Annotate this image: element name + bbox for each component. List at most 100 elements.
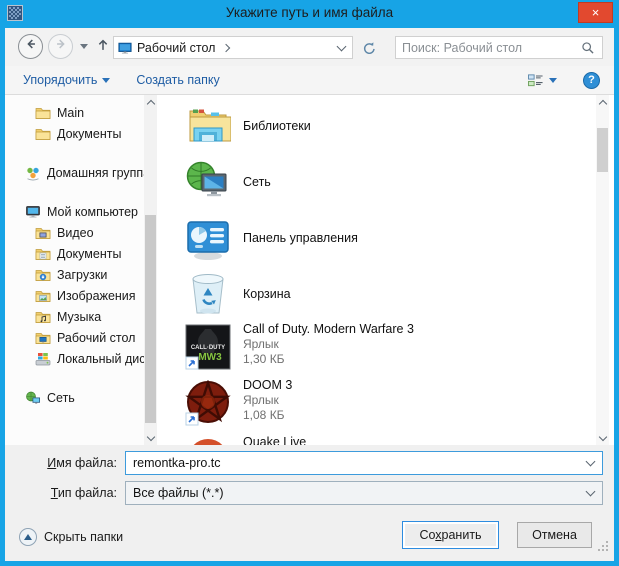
recent-locations-dropdown[interactable]: [80, 44, 88, 49]
titlebar[interactable]: Укажите путь и имя файла ×: [0, 0, 619, 28]
sidebar-tree: Main Документы Домашняя группа Мой компь…: [5, 95, 144, 445]
content-area: Main Документы Домашняя группа Мой компь…: [5, 95, 614, 445]
sidebar-item-folder[interactable]: Документы: [5, 123, 144, 144]
local-disk-icon: [35, 351, 51, 367]
file-item-network-places[interactable]: Сеть: [185, 154, 596, 210]
collapse-up-icon: [19, 528, 37, 546]
folder-user-icon: [35, 105, 51, 121]
new-folder-button[interactable]: Создать папку: [130, 69, 225, 91]
file-item-quake-live[interactable]: Quake Live: [185, 434, 596, 445]
file-item-name: DOOM 3: [243, 378, 292, 393]
filename-combobox[interactable]: [125, 451, 603, 475]
folder-downloads-icon: [35, 267, 51, 283]
file-item-type: Ярлык: [243, 337, 414, 352]
network-icon: [25, 390, 41, 406]
breadcrumb-expand-icon[interactable]: [222, 44, 230, 52]
file-item-name: Quake Live: [243, 435, 306, 445]
scroll-down-icon[interactable]: [596, 430, 609, 443]
command-toolbar: Упорядочить Создать папку ?: [5, 66, 614, 95]
filetype-label: Тип файла:: [5, 486, 125, 500]
save-button[interactable]: Сохранить: [402, 521, 499, 549]
sidebar-item-label: Видео: [57, 226, 94, 240]
file-item-libraries[interactable]: Библиотеки: [185, 98, 596, 154]
sidebar-item-folder-downloads[interactable]: Загрузки: [5, 264, 144, 285]
sidebar-item-folder-pictures[interactable]: Изображения: [5, 285, 144, 306]
sidebar-item-label: Изображения: [57, 289, 136, 303]
filetype-dropdown-icon[interactable]: [586, 487, 596, 497]
network-places-icon: [185, 159, 231, 205]
sidebar-item-label: Рабочий стол: [57, 331, 135, 345]
sidebar-item-homegroup[interactable]: Домашняя группа: [5, 162, 144, 183]
forward-button[interactable]: [48, 34, 73, 59]
scroll-down-icon[interactable]: [144, 430, 157, 443]
svg-text:CALL·DUTY: CALL·DUTY: [191, 345, 225, 351]
search-box[interactable]: [395, 36, 603, 59]
sidebar-item-folder-music[interactable]: Музыка: [5, 306, 144, 327]
svg-text:MW3: MW3: [198, 352, 222, 363]
organize-button[interactable]: Упорядочить: [17, 69, 116, 91]
back-button[interactable]: [18, 34, 43, 59]
filename-dropdown-icon[interactable]: [586, 457, 596, 467]
resize-grip[interactable]: [597, 539, 609, 557]
scroll-up-icon[interactable]: [144, 97, 157, 110]
breadcrumb-location[interactable]: Рабочий стол: [137, 41, 215, 55]
organize-dropdown-icon: [102, 78, 110, 83]
window-title: Укажите путь и имя файла: [0, 5, 619, 20]
sidebar-item-computer[interactable]: Мой компьютер: [5, 201, 144, 222]
refresh-icon: [362, 41, 377, 56]
scroll-up-icon[interactable]: [596, 97, 609, 110]
address-dropdown-icon[interactable]: [337, 42, 347, 52]
up-button[interactable]: [94, 39, 112, 55]
sidebar-item-folder-user[interactable]: Main: [5, 102, 144, 123]
sidebar-item-label: Загрузки: [57, 268, 107, 282]
filename-input[interactable]: [126, 456, 587, 470]
quake-live-icon: [185, 436, 231, 445]
search-input[interactable]: [396, 41, 581, 55]
file-item-name: Библиотеки: [243, 119, 311, 134]
address-bar[interactable]: Рабочий стол: [113, 36, 353, 59]
sidebar-scrollbar[interactable]: [144, 95, 157, 445]
control-panel-icon: [185, 215, 231, 261]
back-arrow-icon: [24, 37, 38, 56]
sidebar-item-folder-desktop[interactable]: Рабочий стол: [5, 327, 144, 348]
libraries-icon: [185, 103, 231, 149]
file-item-size: 1,08 КБ: [243, 408, 292, 423]
forward-arrow-icon: [54, 37, 68, 56]
change-view-button[interactable]: [527, 73, 557, 88]
desktop-location-icon: [118, 41, 132, 55]
file-item-doom3[interactable]: DOOM 3 Ярлык 1,08 КБ: [185, 378, 596, 434]
refresh-button[interactable]: [357, 37, 381, 59]
help-button[interactable]: ?: [583, 72, 600, 89]
file-list: Библиотеки Сеть Панель управления Корзин…: [157, 95, 596, 445]
sidebar-item-label: Мой компьютер: [47, 205, 138, 219]
folder-pictures-icon: [35, 288, 51, 304]
close-button[interactable]: ×: [578, 2, 613, 23]
sidebar-item-network[interactable]: Сеть: [5, 387, 144, 408]
file-item-name: Сеть: [243, 175, 271, 190]
view-switcher-icon: [527, 73, 545, 88]
sidebar-item-label: Локальный диск: [57, 352, 144, 366]
sidebar-item-label: Main: [57, 106, 84, 120]
recycle-bin-icon: [185, 271, 231, 317]
sidebar-item-folder-docs[interactable]: Документы: [5, 243, 144, 264]
file-item-type: Ярлык: [243, 393, 292, 408]
hide-folders-button[interactable]: Скрыть папки: [19, 528, 123, 546]
save-file-dialog: Укажите путь и имя файла × Рабочий стол: [0, 0, 619, 566]
sidebar-item-folder-video[interactable]: Видео: [5, 222, 144, 243]
sidebar-item-label: Документы: [57, 127, 121, 141]
sidebar-scrollbar-thumb[interactable]: [145, 215, 156, 423]
file-list-scrollbar[interactable]: [596, 95, 609, 445]
file-list-scrollbar-thumb[interactable]: [597, 128, 608, 172]
file-item-control-panel[interactable]: Панель управления: [185, 210, 596, 266]
filename-label: Имя файла:: [5, 456, 125, 470]
cancel-button[interactable]: Отмена: [517, 522, 592, 548]
cod-mw3-icon: CALL·DUTYMW3: [185, 324, 231, 370]
filetype-combobox[interactable]: Все файлы (*.*): [125, 481, 603, 505]
folder-video-icon: [35, 225, 51, 241]
file-item-cod-mw3[interactable]: CALL·DUTYMW3 Call of Duty. Modern Warfar…: [185, 322, 596, 378]
doom3-icon: [185, 380, 231, 426]
file-item-recycle-bin[interactable]: Корзина: [185, 266, 596, 322]
sidebar-item-local-disk[interactable]: Локальный диск: [5, 348, 144, 369]
sidebar-item-label: Документы: [57, 247, 121, 261]
folder-music-icon: [35, 309, 51, 325]
